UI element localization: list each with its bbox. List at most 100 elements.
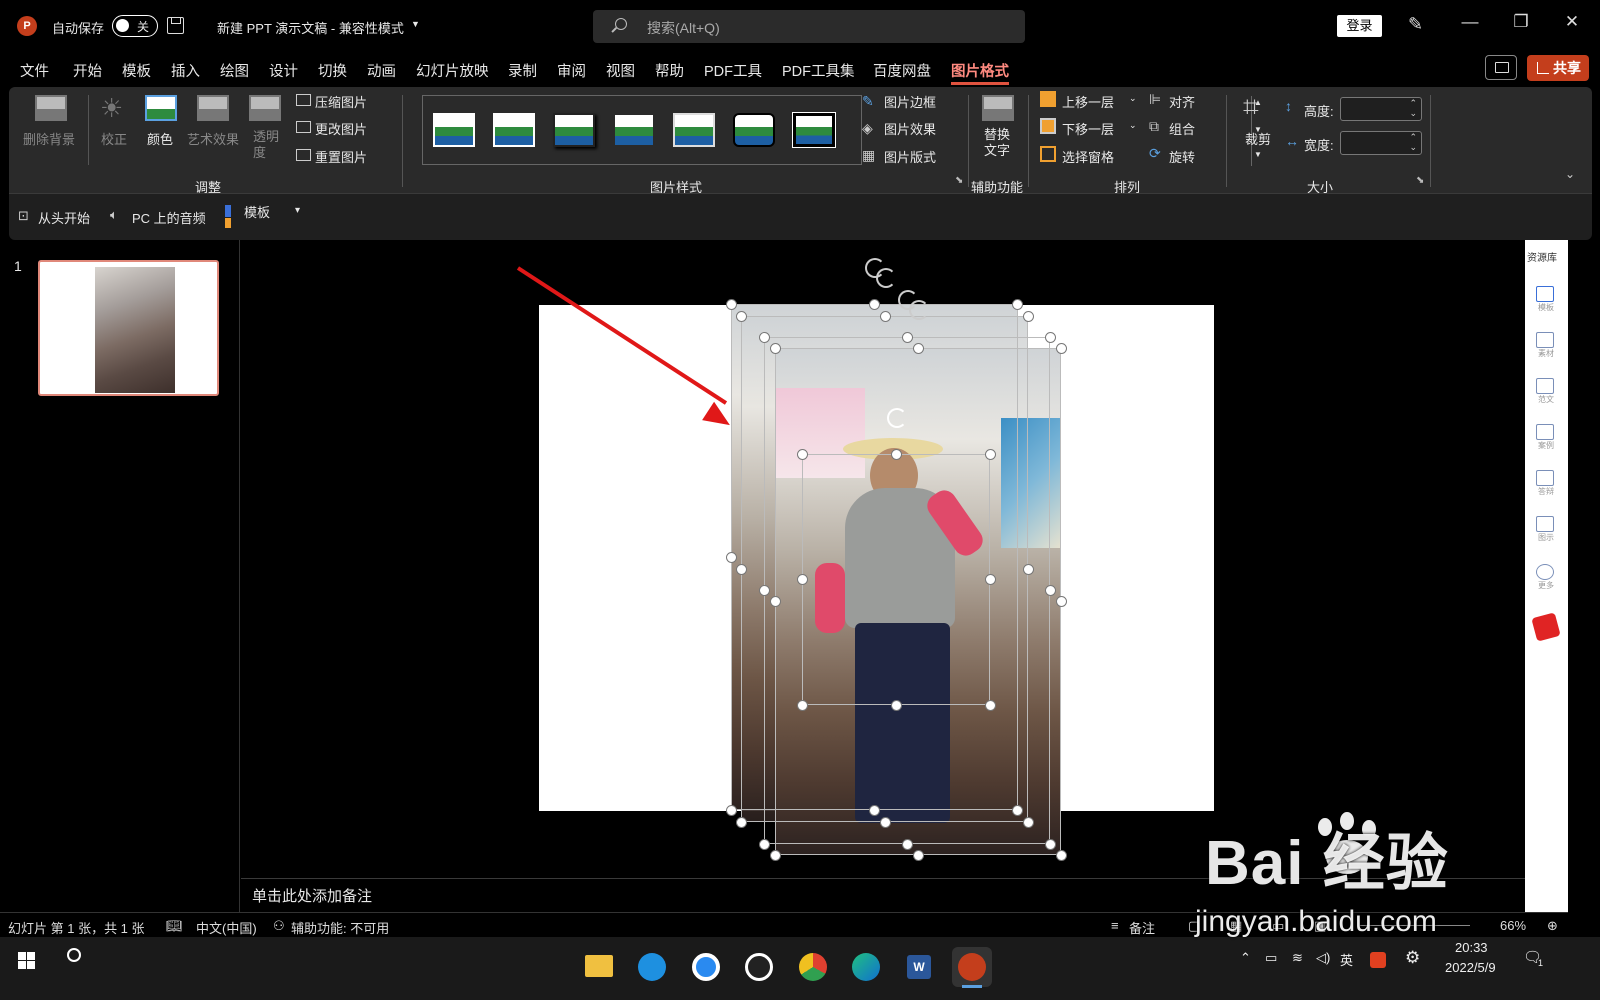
- resize-handle[interactable]: [770, 596, 781, 607]
- resize-handle[interactable]: [1045, 585, 1056, 596]
- save-icon[interactable]: [167, 17, 184, 34]
- resize-handle[interactable]: [797, 449, 808, 460]
- zoom-level[interactable]: 66%: [1500, 918, 1526, 933]
- resize-handle[interactable]: [797, 574, 808, 585]
- tab-design[interactable]: 设计: [269, 60, 298, 81]
- chevron-down-icon[interactable]: ⌄: [1129, 120, 1137, 131]
- picture-border-button[interactable]: 图片边框: [884, 92, 936, 111]
- clock-date[interactable]: 2022/5/9: [1445, 960, 1496, 975]
- chevron-down-icon[interactable]: ▼: [411, 19, 420, 29]
- red-packet-icon[interactable]: [1531, 612, 1561, 642]
- accessibility-status[interactable]: 辅助功能: 不可用: [291, 918, 389, 937]
- resize-handle[interactable]: [736, 564, 747, 575]
- correct-button[interactable]: 校正: [101, 129, 127, 148]
- from-start-button[interactable]: 从头开始: [38, 208, 90, 227]
- tab-insert[interactable]: 插入: [171, 60, 200, 81]
- tab-picture-format[interactable]: 图片格式: [951, 60, 1009, 85]
- resize-handle[interactable]: [1056, 343, 1067, 354]
- bring-forward-button[interactable]: 上移一层: [1062, 92, 1114, 111]
- align-button[interactable]: 对齐: [1169, 92, 1195, 111]
- notes-placeholder[interactable]: 单击此处添加备注: [252, 885, 372, 906]
- autosave-toggle[interactable]: 关: [112, 15, 158, 37]
- style-thumb[interactable]: [792, 112, 836, 148]
- picture-effects-button[interactable]: 图片效果: [884, 119, 936, 138]
- pen-icon[interactable]: ✎: [1408, 14, 1423, 35]
- ie-browser-icon[interactable]: [632, 947, 672, 987]
- panel-item-defense[interactable]: 答辩: [1536, 470, 1556, 498]
- reset-picture-button[interactable]: 重置图片: [315, 147, 367, 166]
- tab-home[interactable]: 开始: [73, 60, 102, 81]
- style-thumb[interactable]: [613, 113, 655, 147]
- resize-handle[interactable]: [913, 343, 924, 354]
- resize-handle[interactable]: [726, 299, 737, 310]
- tab-draw[interactable]: 绘图: [220, 60, 249, 81]
- resize-handle[interactable]: [1056, 596, 1067, 607]
- resize-handle[interactable]: [1045, 839, 1056, 850]
- sun-icon[interactable]: ☀: [100, 93, 123, 124]
- chrome-icon[interactable]: [793, 947, 833, 987]
- resize-handle[interactable]: [902, 839, 913, 850]
- resize-handle[interactable]: [1045, 332, 1056, 343]
- resize-handle[interactable]: [726, 552, 737, 563]
- dialog-launcher-icon[interactable]: ⬊: [955, 175, 963, 186]
- rotate-handle-icon[interactable]: [876, 268, 896, 288]
- dialog-launcher-icon[interactable]: ⬊: [1416, 175, 1424, 186]
- rotate-button[interactable]: 旋转: [1169, 147, 1195, 166]
- tab-transitions[interactable]: 切换: [318, 60, 347, 81]
- group-button[interactable]: 组合: [1169, 119, 1195, 138]
- resize-handle[interactable]: [891, 700, 902, 711]
- qq-browser-icon[interactable]: [686, 947, 726, 987]
- selection-pane-button[interactable]: 选择窗格: [1062, 147, 1114, 166]
- comments-button[interactable]: [1485, 55, 1517, 80]
- collapse-ribbon-icon[interactable]: ⌄: [1565, 167, 1575, 181]
- tab-template[interactable]: 模板: [122, 60, 151, 81]
- qq-icon[interactable]: [739, 947, 779, 987]
- transparency-button[interactable]: 透明 度: [253, 129, 279, 161]
- resize-handle[interactable]: [736, 311, 747, 322]
- tab-file[interactable]: 文件: [20, 60, 49, 81]
- picture-styles-gallery[interactable]: ▲ ▼ ▼: [422, 95, 1262, 166]
- template-button[interactable]: 模板: [244, 202, 270, 221]
- width-input[interactable]: [1340, 131, 1422, 155]
- resize-handle[interactable]: [985, 574, 996, 585]
- panel-item-more[interactable]: 更多: [1536, 564, 1556, 592]
- login-button[interactable]: 登录: [1337, 15, 1382, 37]
- more-icon[interactable]: ▼: [1254, 150, 1262, 159]
- volume-icon[interactable]: ◁): [1316, 950, 1330, 966]
- tab-review[interactable]: 审阅: [557, 60, 586, 81]
- minimize-button[interactable]: —: [1455, 12, 1485, 32]
- style-thumb[interactable]: [733, 113, 775, 147]
- style-thumb[interactable]: [553, 113, 595, 147]
- tab-pdf-tools[interactable]: PDF工具: [704, 60, 762, 81]
- sogou-icon[interactable]: [1370, 952, 1386, 968]
- resize-handle[interactable]: [880, 817, 891, 828]
- alt-text-icon[interactable]: [982, 95, 1014, 121]
- search-icon[interactable]: [67, 948, 81, 962]
- resize-handle[interactable]: [736, 817, 747, 828]
- panel-item-cases[interactable]: 案例: [1536, 424, 1556, 452]
- powerpoint-taskbar-icon[interactable]: [952, 947, 992, 988]
- edge-icon[interactable]: [846, 947, 886, 987]
- fit-to-window-icon[interactable]: ⊕: [1547, 918, 1558, 934]
- panel-item-samples[interactable]: 范文: [1536, 378, 1556, 406]
- style-thumb[interactable]: [433, 113, 475, 147]
- gear-icon[interactable]: ⚙: [1405, 948, 1420, 968]
- network-adapter-icon[interactable]: ▭: [1265, 950, 1277, 966]
- resize-handle[interactable]: [869, 299, 880, 310]
- spellcheck-icon[interactable]: 📖︎: [166, 918, 183, 934]
- slide-thumbnail[interactable]: [38, 260, 219, 396]
- style-thumb[interactable]: [493, 113, 535, 147]
- panel-item-assets[interactable]: 素材: [1536, 332, 1556, 360]
- send-backward-button[interactable]: 下移一层: [1062, 119, 1114, 138]
- resource-panel-title[interactable]: 资源库: [1527, 249, 1557, 264]
- compress-pictures-button[interactable]: 压缩图片: [315, 92, 367, 111]
- resize-handle[interactable]: [1012, 299, 1023, 310]
- tab-view[interactable]: 视图: [606, 60, 635, 81]
- remove-background-icon[interactable]: [35, 95, 67, 121]
- height-input[interactable]: [1340, 97, 1422, 121]
- color-button[interactable]: 颜色: [147, 129, 173, 148]
- resize-handle[interactable]: [985, 449, 996, 460]
- tab-help[interactable]: 帮助: [655, 60, 684, 81]
- resize-handle[interactable]: [985, 700, 996, 711]
- tab-pdf-toolset[interactable]: PDF工具集: [782, 60, 855, 81]
